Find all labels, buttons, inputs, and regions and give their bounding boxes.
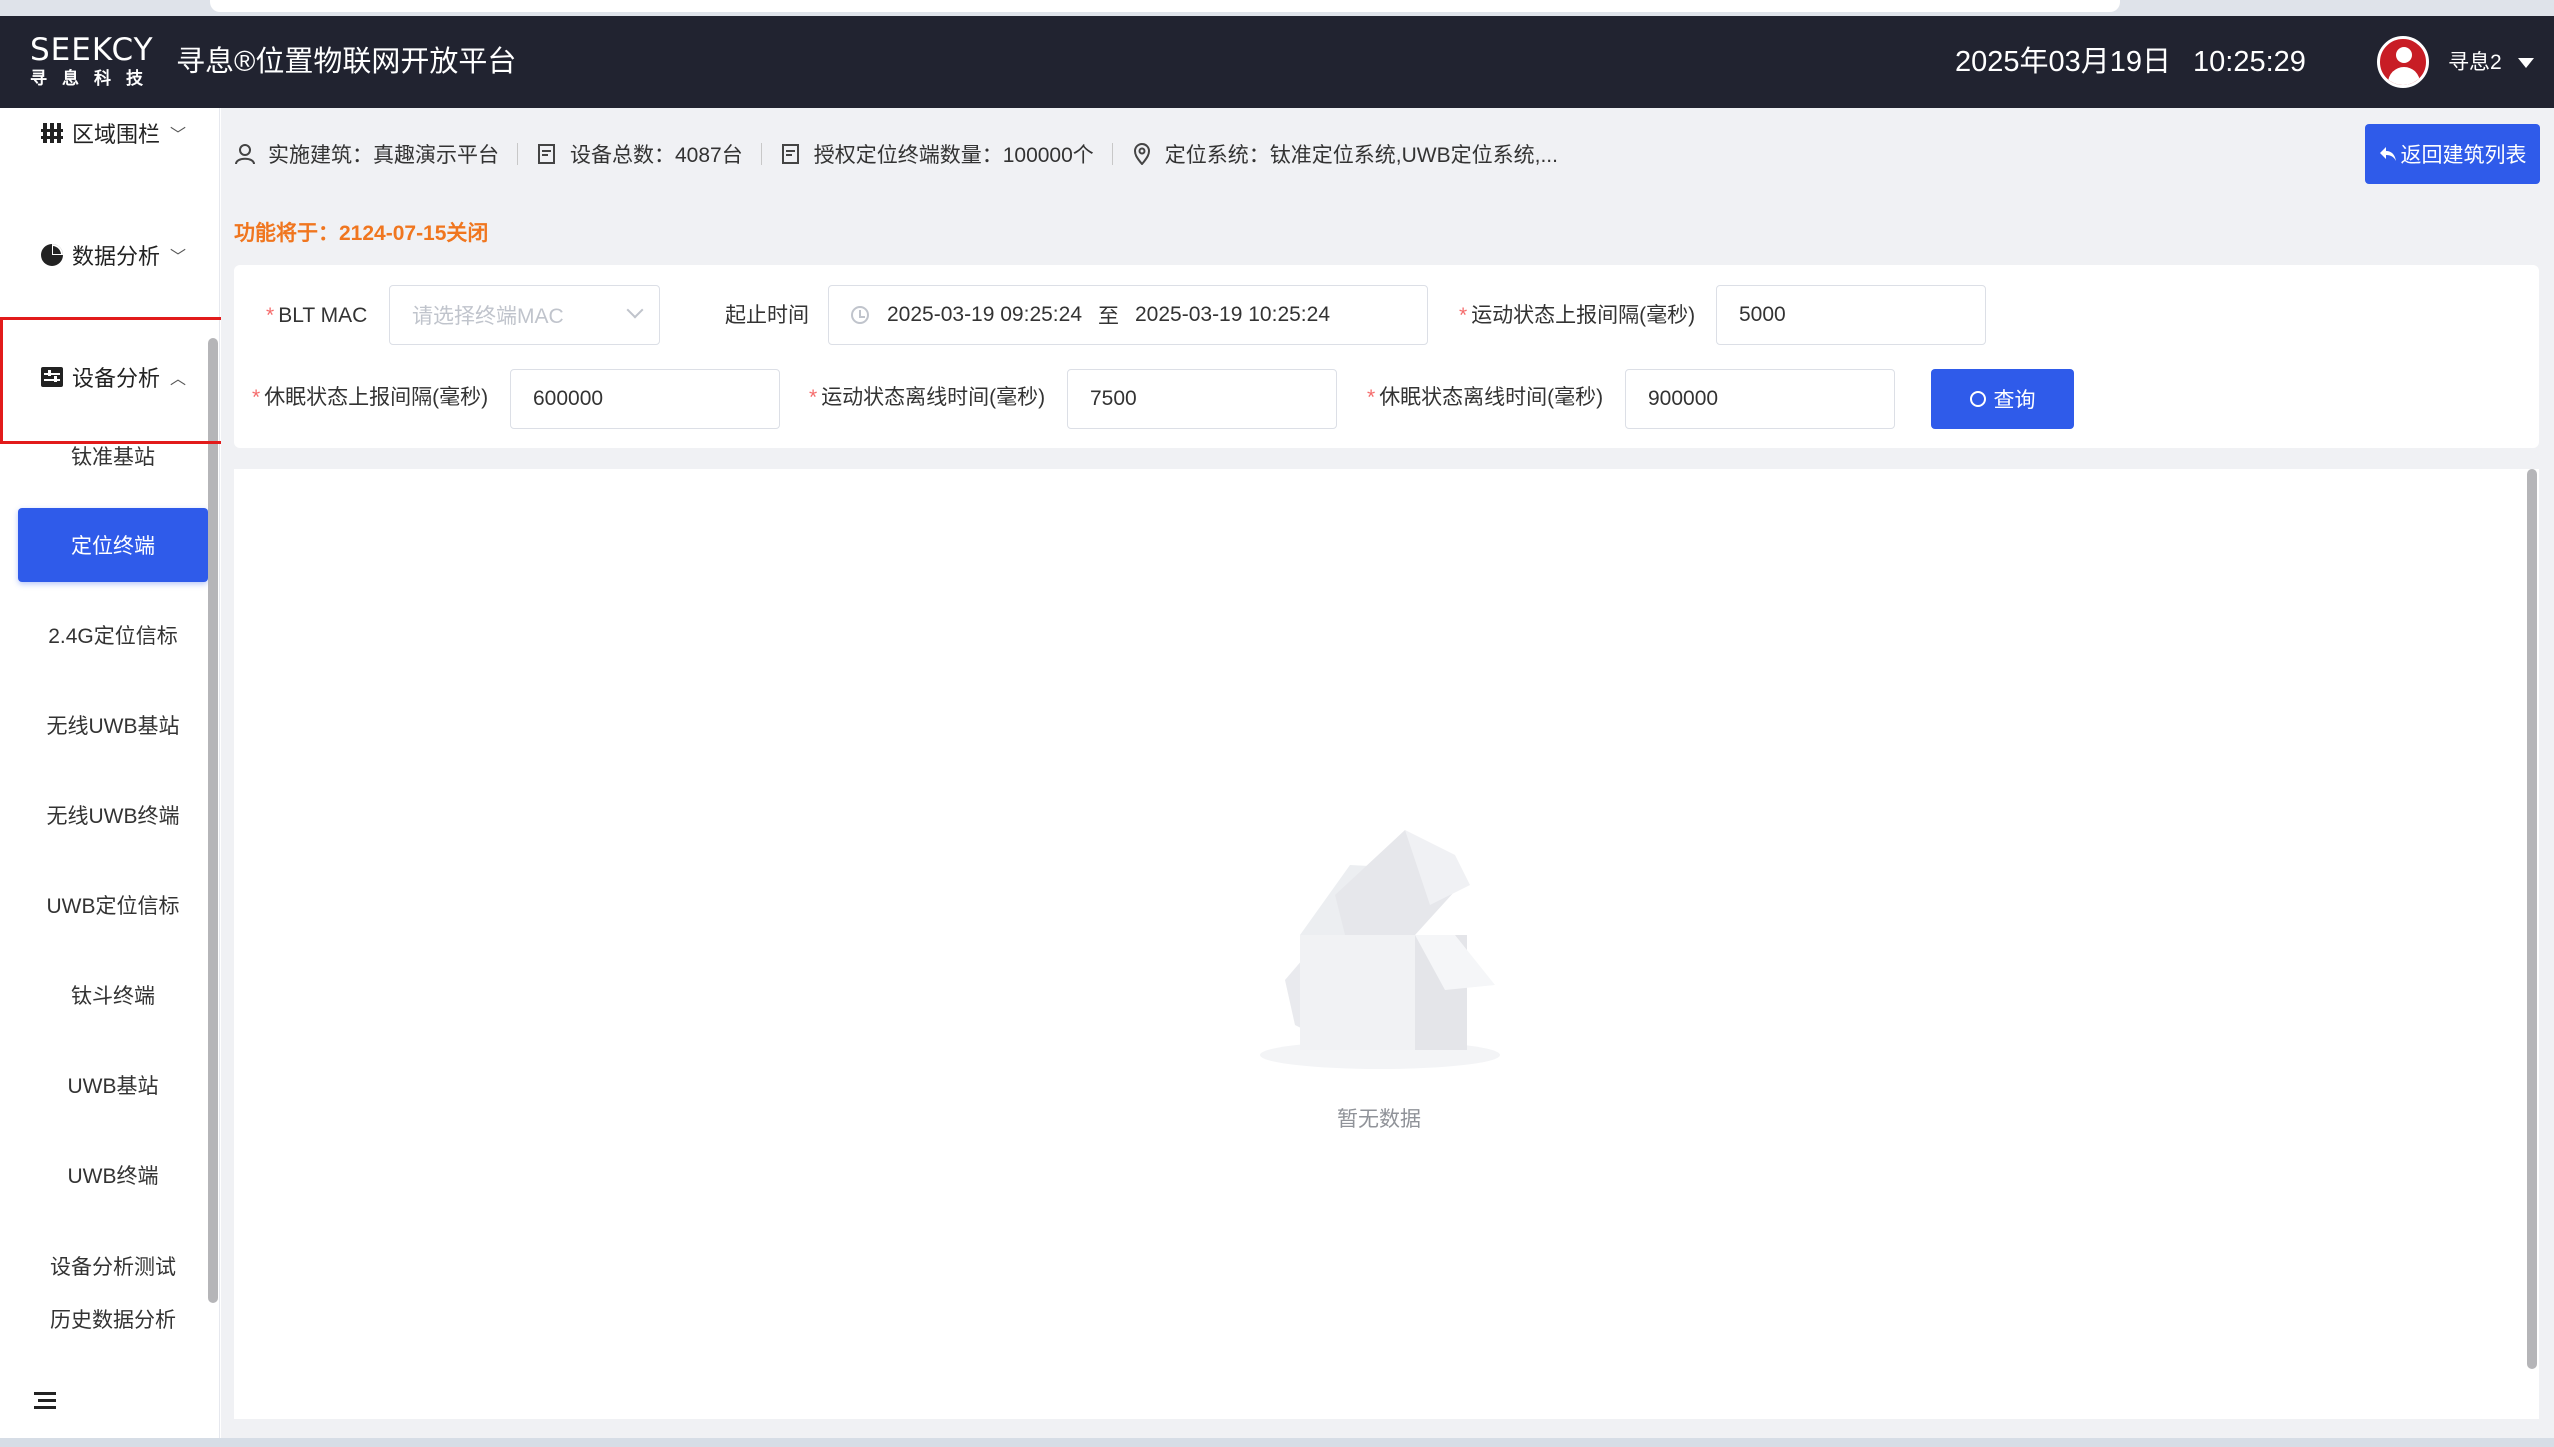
sidebar-scrollbar[interactable] — [208, 338, 218, 1303]
sidebar-item-positioning-terminal[interactable]: 定位终端 — [18, 508, 208, 582]
return-arrow-icon — [2379, 147, 2396, 161]
sleep-offline-time-label: * 休眠状态离线时间(毫秒) — [1367, 386, 1604, 409]
licensed-terminals-text: 授权定位终端数量：100000个 — [813, 144, 1094, 167]
sidebar-group-data-analysis[interactable]: 数据分析 ﹀ — [40, 238, 186, 272]
logo: SEEKCY 寻息科技 — [30, 32, 160, 92]
divider — [760, 143, 762, 165]
info-positioning-system: 定位系统：钛准定位系统,UWB定位系统,... — [1131, 139, 1558, 169]
info-building: 实施建筑：真趣演示平台 — [234, 139, 499, 169]
chevron-down-icon — [626, 301, 644, 319]
document-icon — [781, 144, 799, 164]
divider — [517, 143, 518, 165]
time-range-label: 起止时间 — [725, 304, 809, 327]
divider — [1111, 143, 1113, 165]
fence-icon — [40, 121, 64, 145]
motion-offline-time-input[interactable]: 7500 — [1067, 369, 1337, 429]
chevron-up-icon: ︿ — [170, 371, 187, 388]
sidebar-item-taizhun-base-station[interactable]: 钛准基站 — [18, 419, 208, 493]
bottom-strip — [0, 1438, 2554, 1447]
device-analysis-icon — [40, 365, 64, 389]
results-scrollbar[interactable] — [2527, 469, 2537, 1369]
search-icon — [1969, 391, 1986, 407]
query-button-label: 查询 — [1993, 389, 2036, 412]
sleep-offline-time-value: 900000 — [1648, 387, 1719, 410]
user-avatar[interactable] — [2377, 36, 2429, 88]
sidebar-group-label: 区域围栏 — [72, 122, 161, 147]
building-text: 实施建筑：真趣演示平台 — [268, 144, 499, 167]
sleep-report-interval-input[interactable]: 600000 — [510, 369, 780, 429]
motion-report-interval-input[interactable]: 5000 — [1716, 285, 1986, 345]
top-header: SEEKCY 寻息科技 寻息®位置物联网开放平台 2025年03月19日 10:… — [0, 16, 2554, 108]
sidebar-item-2-4g-beacon[interactable]: 2.4G定位信标 — [18, 598, 208, 672]
sidebar-group-device-analysis[interactable]: 设备分析 ︿ — [40, 360, 186, 394]
time-start: 2025-03-19 09:25:24 — [887, 303, 1082, 326]
document-icon — [538, 144, 555, 164]
building-info-bar: 实施建筑：真趣演示平台 设备总数：4087台 授权定位终端数量：100000个 … — [234, 136, 1558, 172]
chevron-down-icon: ﹀ — [170, 249, 187, 266]
back-to-building-list-button[interactable]: 返回建筑列表 — [2365, 124, 2540, 184]
user-icon — [235, 144, 255, 165]
sidebar-item-device-analysis-test[interactable]: 设备分析测试 — [18, 1229, 208, 1303]
sidebar-item-uwb-base-station[interactable]: UWB基站 — [18, 1048, 208, 1122]
motion-report-interval-label: * 运动状态上报间隔(毫秒) — [1459, 304, 1696, 327]
sidebar-item-uwb-terminal[interactable]: UWB终端 — [18, 1138, 208, 1212]
blt-mac-placeholder: 请选择终端MAC — [412, 305, 564, 328]
header-time: 10:25:29 — [2193, 46, 2306, 78]
motion-offline-time-label: * 运动状态离线时间(毫秒) — [809, 386, 1046, 409]
user-menu-caret-icon[interactable] — [2518, 58, 2534, 68]
info-licensed-terminals: 授权定位终端数量：100000个 — [780, 139, 1094, 169]
closure-notice: 功能将于：2124-07-15关闭 — [234, 222, 489, 245]
sidebar-group-label: 数据分析 — [72, 244, 161, 269]
logo-brand: SEEKCY — [30, 32, 154, 68]
sleep-report-interval-value: 600000 — [533, 387, 604, 410]
browser-top-strip — [0, 0, 2554, 16]
browser-address-bar — [210, 0, 2120, 12]
sleep-offline-time-input[interactable]: 900000 — [1625, 369, 1895, 429]
sidebar-item-wireless-uwb-terminal[interactable]: 无线UWB终端 — [18, 778, 208, 852]
time-end: 2025-03-19 10:25:24 — [1135, 303, 1330, 326]
query-button[interactable]: 查询 — [1931, 369, 2074, 429]
empty-state-text: 暂无数据 — [1337, 1108, 1421, 1131]
sidebar-group-label: 设备分析 — [72, 366, 161, 391]
sidebar-item-wireless-uwb-base-station[interactable]: 无线UWB基站 — [18, 688, 208, 762]
time-range-picker[interactable]: 2025-03-19 09:25:24 至 2025-03-19 10:25:2… — [828, 285, 1428, 345]
blt-mac-label: * BLT MAC — [266, 304, 368, 327]
sidebar: 区域围栏 ﹀ 数据分析 ﹀ 设备分析 ︿ 钛准基站 定位终端 2.4G定位信标 … — [0, 108, 220, 1438]
info-device-total: 设备总数：4087台 — [536, 139, 743, 169]
positioning-system-text: 定位系统：钛准定位系统,UWB定位系统,... — [1164, 144, 1558, 167]
pie-chart-icon — [40, 243, 64, 267]
time-range-separator: 至 — [1098, 305, 1119, 328]
location-pin-icon — [1133, 143, 1150, 165]
sidebar-item-taidou-terminal[interactable]: 钛斗终端 — [18, 958, 208, 1032]
app-title: 寻息®位置物联网开放平台 — [176, 46, 517, 78]
sidebar-item-history-analysis[interactable]: 历史数据分析 — [18, 1304, 208, 1334]
sidebar-item-uwb-beacon[interactable]: UWB定位信标 — [18, 868, 208, 942]
chevron-down-icon: ﹀ — [170, 127, 187, 144]
header-date: 2025年03月19日 — [1955, 46, 2172, 78]
clock-icon — [851, 306, 869, 324]
sleep-report-interval-label: * 休眠状态上报间隔(毫秒) — [252, 386, 489, 409]
back-button-label: 返回建筑列表 — [2400, 144, 2527, 167]
sidebar-group-fence[interactable]: 区域围栏 ﹀ — [40, 116, 186, 150]
device-total-text: 设备总数：4087台 — [570, 144, 743, 167]
motion-offline-time-value: 7500 — [1090, 387, 1137, 410]
empty-box-illustration — [1260, 830, 1500, 1069]
username[interactable]: 寻息2 — [2448, 50, 2502, 76]
blt-mac-select[interactable]: 请选择终端MAC — [389, 285, 660, 345]
logo-subtitle: 寻息科技 — [30, 69, 158, 88]
motion-report-interval-value: 5000 — [1739, 303, 1786, 326]
collapse-menu-icon[interactable] — [34, 1392, 56, 1410]
